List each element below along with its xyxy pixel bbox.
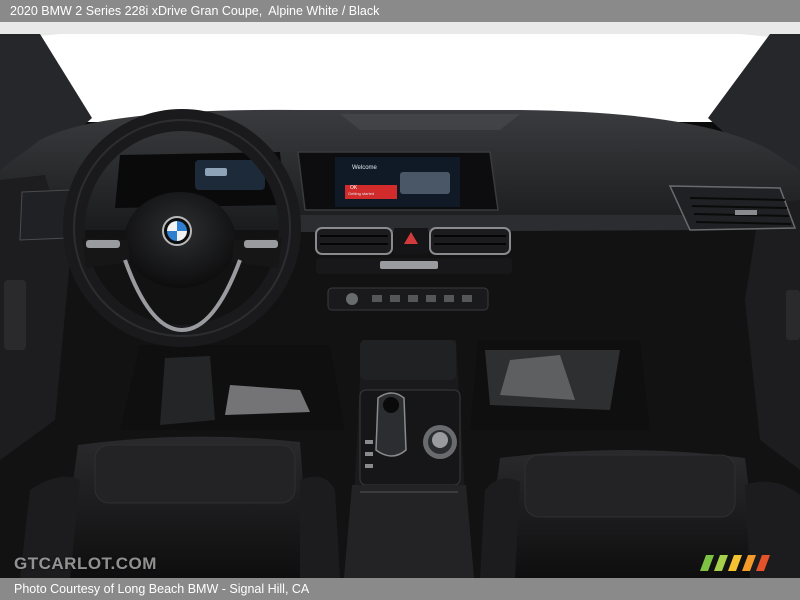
infotainment-status: Getting started — [348, 191, 375, 196]
infotainment-ok-button: OK — [350, 185, 358, 191]
photo-page: 2020 BMW 2 Series 228i xDrive Gran Coupe… — [0, 0, 800, 600]
vehicle-title: 2020 BMW 2 Series 228i xDrive Gran Coupe… — [10, 4, 263, 18]
photo-credit: Photo Courtesy of Long Beach BMW - Signa… — [14, 582, 310, 596]
logo-stripe — [714, 555, 728, 571]
title-bar: 2020 BMW 2 Series 228i xDrive Gran Coupe… — [0, 0, 800, 22]
logo-stripe — [742, 555, 756, 571]
gtcarlot-logo-stripes — [700, 555, 770, 571]
logo-stripe — [756, 555, 770, 571]
logo-stripe — [700, 555, 714, 571]
logo-stripe — [728, 555, 742, 571]
infotainment-welcome: Welcome — [352, 165, 377, 171]
footer-bar: Photo Courtesy of Long Beach BMW - Signa… — [0, 578, 800, 600]
interior-photo: Welcome Getting started OK — [0, 22, 800, 578]
gtcarlot-watermark: GTCARLOT.COM — [14, 554, 157, 573]
vehicle-color: Alpine White / Black — [268, 4, 380, 18]
